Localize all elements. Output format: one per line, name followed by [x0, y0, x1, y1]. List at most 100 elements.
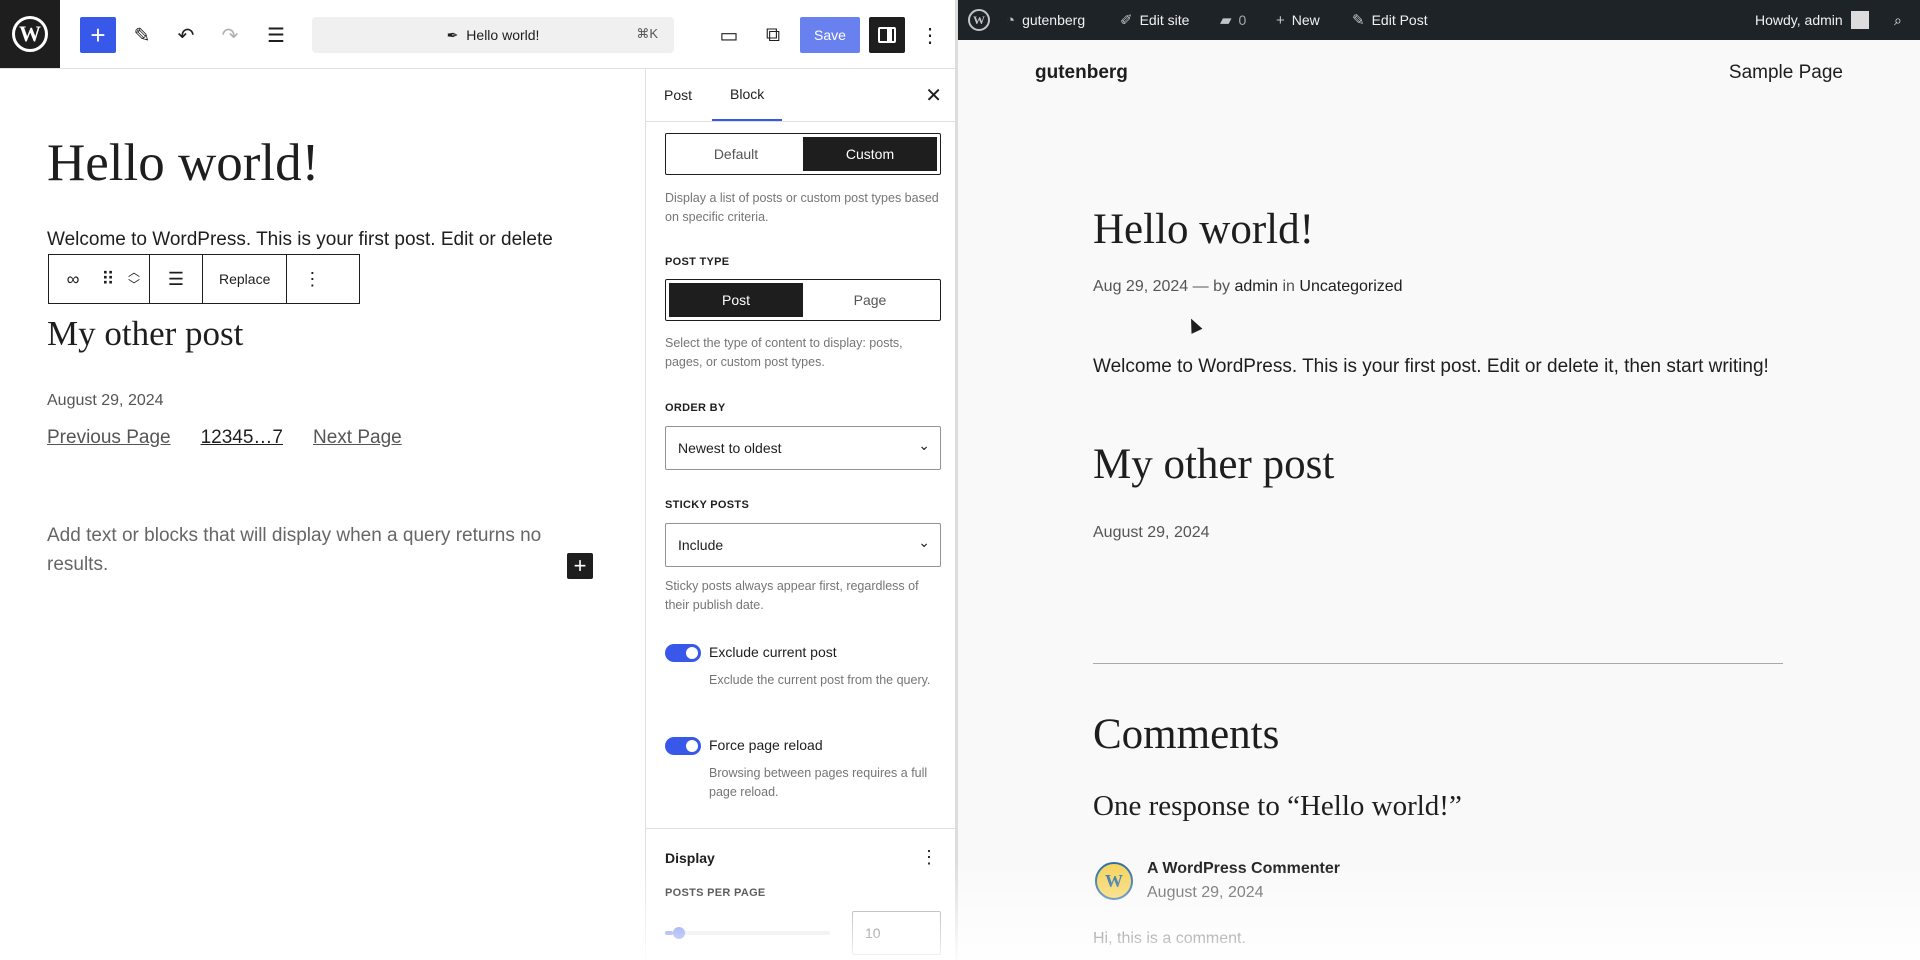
admin-bar-site-name[interactable]: ◔ gutenberg	[1006, 0, 1085, 40]
comment-icon: ▰	[1220, 12, 1232, 29]
comments-count-heading: One response to “Hello world!”	[1093, 790, 1462, 822]
block-editor: W + ✎ ↶ ↷ ☰ ✒ Hello world! ⌘K ▭ ⧉ Save ⋮…	[0, 0, 955, 960]
no-results-block[interactable]: Add text or blocks that will display whe…	[47, 521, 577, 579]
post-date[interactable]: Aug 29, 2024	[1093, 278, 1188, 295]
search-icon: ⌕	[1894, 11, 1902, 28]
post-by: — by	[1192, 278, 1230, 295]
shortcut-hint: ⌘K	[636, 26, 658, 41]
post-title-2[interactable]: My other post	[1093, 440, 1334, 489]
save-button[interactable]: Save	[800, 17, 860, 53]
document-overview-button[interactable]: ☰	[258, 17, 294, 53]
force-page-reload-toggle[interactable]	[665, 737, 701, 755]
post-type-post[interactable]: Post	[669, 283, 803, 317]
site-title[interactable]: gutenberg	[1035, 62, 1128, 84]
brush-icon: ✐	[1120, 12, 1133, 29]
command-palette-bar[interactable]: ✒ Hello world! ⌘K	[312, 17, 674, 53]
drag-handle[interactable]: ⠿	[97, 255, 119, 303]
block-inserter-button[interactable]: +	[80, 17, 116, 53]
block-options-button[interactable]: ⋮	[287, 255, 337, 303]
block-toolbar-group: ⋮	[287, 255, 337, 303]
exclude-current-post-toggle[interactable]	[665, 644, 701, 662]
post-author[interactable]: admin	[1234, 278, 1278, 295]
admin-bar-comments[interactable]: ▰ 0	[1220, 0, 1246, 40]
order-by-select[interactable]: Newest to oldest ⌄	[665, 426, 941, 470]
pencil-icon: ✎	[133, 24, 151, 47]
sticky-posts-select[interactable]: Include ⌄	[665, 523, 941, 567]
admin-bar-edit-post[interactable]: ✎ Edit Post	[1352, 0, 1428, 40]
settings-toggle-button[interactable]	[869, 17, 905, 53]
slider-thumb[interactable]	[673, 927, 686, 939]
post-excerpt-block[interactable]: Welcome to WordPress. This is your first…	[47, 229, 553, 251]
display-panel-title[interactable]: Display	[665, 850, 715, 866]
admin-bar-edit-site[interactable]: ✐ Edit site	[1120, 0, 1189, 40]
post-content: Welcome to WordPress. This is your first…	[1093, 356, 1769, 377]
sticky-posts-label: STICKY POSTS	[665, 499, 750, 511]
pagination-numbers[interactable]: 12345…7	[201, 427, 283, 449]
settings-sidebar: Post Block ✕ Default Custom Display a li…	[645, 69, 955, 960]
post-title-block-2[interactable]: My other post	[47, 314, 243, 354]
force-page-reload-label: Force page reload	[709, 737, 823, 753]
align-button[interactable]: ☰	[150, 255, 202, 303]
more-vertical-icon: ⋮	[920, 24, 940, 47]
post-title-block[interactable]: Hello world!	[47, 133, 319, 193]
view-post-button[interactable]: ⧉	[755, 17, 791, 53]
admin-bar-new[interactable]: + New	[1276, 0, 1320, 40]
force-page-reload-help: Browsing between pages requires a full p…	[709, 766, 928, 799]
admin-bar-wp-logo[interactable]: W	[968, 0, 990, 40]
query-type-default[interactable]: Default	[669, 137, 803, 171]
sidebar-tabs: Post Block ✕	[646, 69, 955, 122]
post-type-page[interactable]: Page	[803, 283, 937, 317]
preview-button[interactable]: ▭	[711, 17, 747, 53]
avatar	[1850, 11, 1869, 29]
plus-icon: +	[573, 553, 587, 578]
block-movers: ︿ ﹀	[119, 255, 149, 303]
redo-icon: ↷	[221, 24, 239, 47]
frontend-preview: W ◔ gutenberg ✐ Edit site ▰ 0 + New ✎ Edit Po…	[958, 0, 1920, 960]
block-toolbar-group: Replace	[203, 255, 288, 303]
display-options-button[interactable]: ⋮	[920, 847, 938, 868]
admin-bar-edit-post-label: Edit Post	[1371, 12, 1428, 28]
admin-bar-edit-site-label: Edit site	[1139, 12, 1190, 28]
posts-per-page-slider[interactable]	[665, 927, 830, 939]
tools-button[interactable]: ✎	[124, 17, 160, 53]
nav-link-sample-page[interactable]: Sample Page	[1729, 62, 1843, 84]
replace-button[interactable]: Replace	[203, 255, 286, 303]
redo-button[interactable]: ↷	[212, 17, 248, 53]
sticky-posts-help: Sticky posts always appear first, regard…	[665, 579, 919, 612]
commenter-name[interactable]: A WordPress Commenter	[1147, 860, 1340, 878]
wordpress-icon: W	[1105, 870, 1123, 891]
more-vertical-icon: ⋮	[303, 268, 322, 289]
external-link-icon: ⧉	[765, 23, 781, 46]
pagination-next[interactable]: Next Page	[313, 427, 402, 449]
drag-icon: ⠿	[101, 268, 115, 289]
desktop-icon: ▭	[719, 24, 739, 47]
feather-icon: ✒	[446, 26, 459, 43]
comments-heading: Comments	[1093, 711, 1280, 758]
document-title: Hello world!	[466, 27, 540, 43]
sidebar-icon	[878, 27, 896, 43]
admin-bar-site-label: gutenberg	[1022, 12, 1086, 28]
close-sidebar-button[interactable]: ✕	[925, 83, 942, 108]
options-menu-button[interactable]: ⋮	[912, 17, 948, 53]
admin-bar-search[interactable]: ⌕	[1894, 0, 1902, 40]
pagination-previous[interactable]: Previous Page	[47, 427, 171, 449]
post-category[interactable]: Uncategorized	[1299, 278, 1402, 295]
tab-block[interactable]: Block	[712, 69, 783, 121]
admin-bar-howdy: Howdy, admin	[1755, 12, 1843, 28]
inline-inserter-button[interactable]: +	[567, 553, 593, 579]
admin-bar-account[interactable]: Howdy, admin	[1755, 0, 1869, 40]
wordpress-logo-button[interactable]: W	[0, 0, 60, 68]
sticky-posts-value: Include	[678, 537, 724, 553]
query-type-custom[interactable]: Custom	[803, 137, 937, 171]
posts-per-page-label: POSTS PER PAGE	[665, 887, 766, 899]
posts-per-page-input[interactable]: 10	[852, 911, 941, 955]
order-by-label: ORDER BY	[665, 402, 726, 414]
query-loop-block-button[interactable]: ∞	[49, 255, 97, 303]
tab-post[interactable]: Post	[664, 69, 692, 121]
comment-text: Hi, this is a comment.	[1093, 930, 1246, 947]
chevron-down-icon: ⌄	[918, 534, 930, 550]
move-down-icon[interactable]: ﹀	[128, 279, 140, 292]
comment-date[interactable]: August 29, 2024	[1147, 884, 1264, 902]
undo-button[interactable]: ↶	[168, 17, 204, 53]
post-date-block[interactable]: August 29, 2024	[47, 392, 164, 410]
